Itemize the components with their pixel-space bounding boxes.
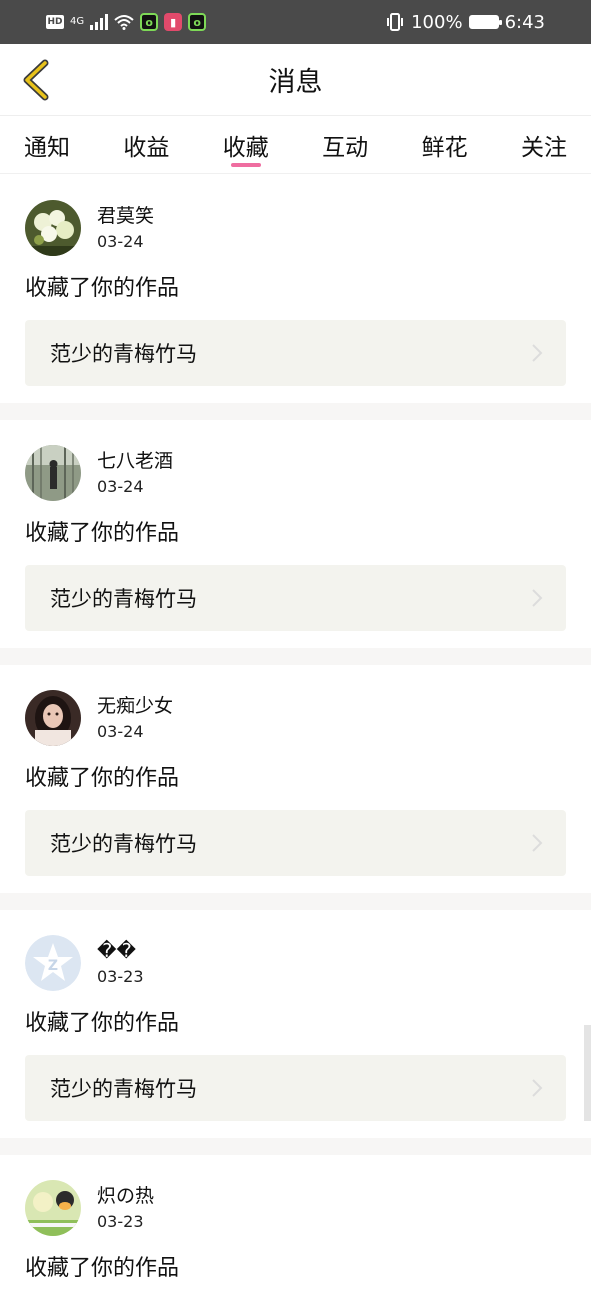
avatar[interactable] [25,445,81,501]
list-item: 君莫笑 03-24 收藏了你的作品 范少的青梅竹马 [0,175,591,403]
battery-icon [468,15,502,29]
work-link[interactable]: 范少的青梅竹马 [25,1055,566,1121]
list-item: 炽の热 03-23 收藏了你的作品 [0,1155,591,1301]
separator [0,1138,591,1155]
app-notification-icon-2: o [188,13,207,31]
network-type-label: 4G [70,16,85,27]
work-title: 范少的青梅竹马 [50,832,197,856]
list-item: 无痴少女 03-24 收藏了你的作品 范少的青梅竹马 [0,665,591,893]
work-title: 范少的青梅竹马 [50,1077,197,1101]
wifi-icon [114,15,134,30]
back-button[interactable] [14,58,58,102]
hd-icon: HD [46,15,64,29]
tab-flowers[interactable]: 鲜花 [422,116,468,174]
tab-notifications[interactable]: 通知 [24,116,70,174]
user-row[interactable]: Z �� 03-23 [25,935,566,991]
action-text: 收藏了你的作品 [25,1011,180,1036]
page-title: 消息 [268,67,323,98]
app-notification-icon: o [140,13,159,31]
separator [0,893,591,910]
work-link[interactable]: 范少的青梅竹马 [25,565,566,631]
tab-earnings[interactable]: 收益 [123,116,169,174]
list-item: Z �� 03-23 收藏了你的作品 范少的青梅竹马 [0,910,591,1138]
work-title: 范少的青梅竹马 [50,587,197,611]
action-text: 收藏了你的作品 [25,766,180,791]
chevron-right-icon [532,344,543,362]
user-meta: 七八老酒 03-24 [97,449,173,498]
list-item: 七八老酒 03-24 收藏了你的作品 范少的青梅竹马 [0,420,591,648]
user-meta: �� 03-23 [97,939,144,988]
svg-text:Z: Z [48,958,58,974]
user-row[interactable]: 七八老酒 03-24 [25,445,566,501]
header-bar: 消息 [0,44,591,116]
user-name[interactable]: 七八老酒 [97,449,173,473]
user-name[interactable]: 炽の热 [97,1184,154,1208]
work-link[interactable]: 范少的青梅竹马 [25,320,566,386]
tab-follows[interactable]: 关注 [521,116,567,174]
user-meta: 炽の热 03-23 [97,1184,154,1233]
user-meta: 无痴少女 03-24 [97,694,173,743]
clock: 6:43 [504,11,545,33]
separator [0,648,591,665]
message-date: 03-24 [97,721,144,741]
user-row[interactable]: 无痴少女 03-24 [25,690,566,746]
user-name[interactable]: 无痴少女 [97,694,173,718]
work-title: 范少的青梅竹马 [50,342,197,366]
scrollbar[interactable] [584,1025,591,1121]
message-list: 君莫笑 03-24 收藏了你的作品 范少的青梅竹马 七八老酒 03-24 收藏了… [0,175,591,1301]
battery-percent: 100% [411,11,463,33]
message-date: 03-23 [97,1211,144,1231]
user-row[interactable]: 君莫笑 03-24 [25,200,566,256]
tab-bar: 通知 收益 收藏 互动 鲜花 关注 [0,116,591,174]
user-name[interactable]: �� [97,939,144,963]
work-link[interactable]: 范少的青梅竹马 [25,810,566,876]
chevron-right-icon [532,834,543,852]
avatar[interactable]: Z [25,935,81,991]
avatar[interactable] [25,1180,81,1236]
status-left: HD 4G o ▮ o [46,13,207,31]
avatar[interactable] [25,690,81,746]
signal-icon [90,14,109,30]
message-date: 03-24 [97,231,144,251]
status-right: 100% 6:43 [385,12,545,33]
chevron-right-icon [532,589,543,607]
user-name[interactable]: 君莫笑 [97,204,154,228]
status-bar: HD 4G o ▮ o 100% 6:43 [0,0,591,44]
user-meta: 君莫笑 03-24 [97,204,154,253]
avatar[interactable] [25,200,81,256]
tab-favorites[interactable]: 收藏 [223,116,269,174]
chevron-left-icon [23,59,49,101]
book-app-icon: ▮ [164,13,183,31]
message-date: 03-24 [97,476,144,496]
action-text: 收藏了你的作品 [25,276,180,301]
action-text: 收藏了你的作品 [25,521,180,546]
message-date: 03-23 [97,966,144,986]
separator [0,403,591,420]
chevron-right-icon [532,1079,543,1097]
tab-interactions[interactable]: 互动 [322,116,368,174]
vibrate-icon [387,13,404,31]
user-row[interactable]: 炽の热 03-23 [25,1180,566,1236]
